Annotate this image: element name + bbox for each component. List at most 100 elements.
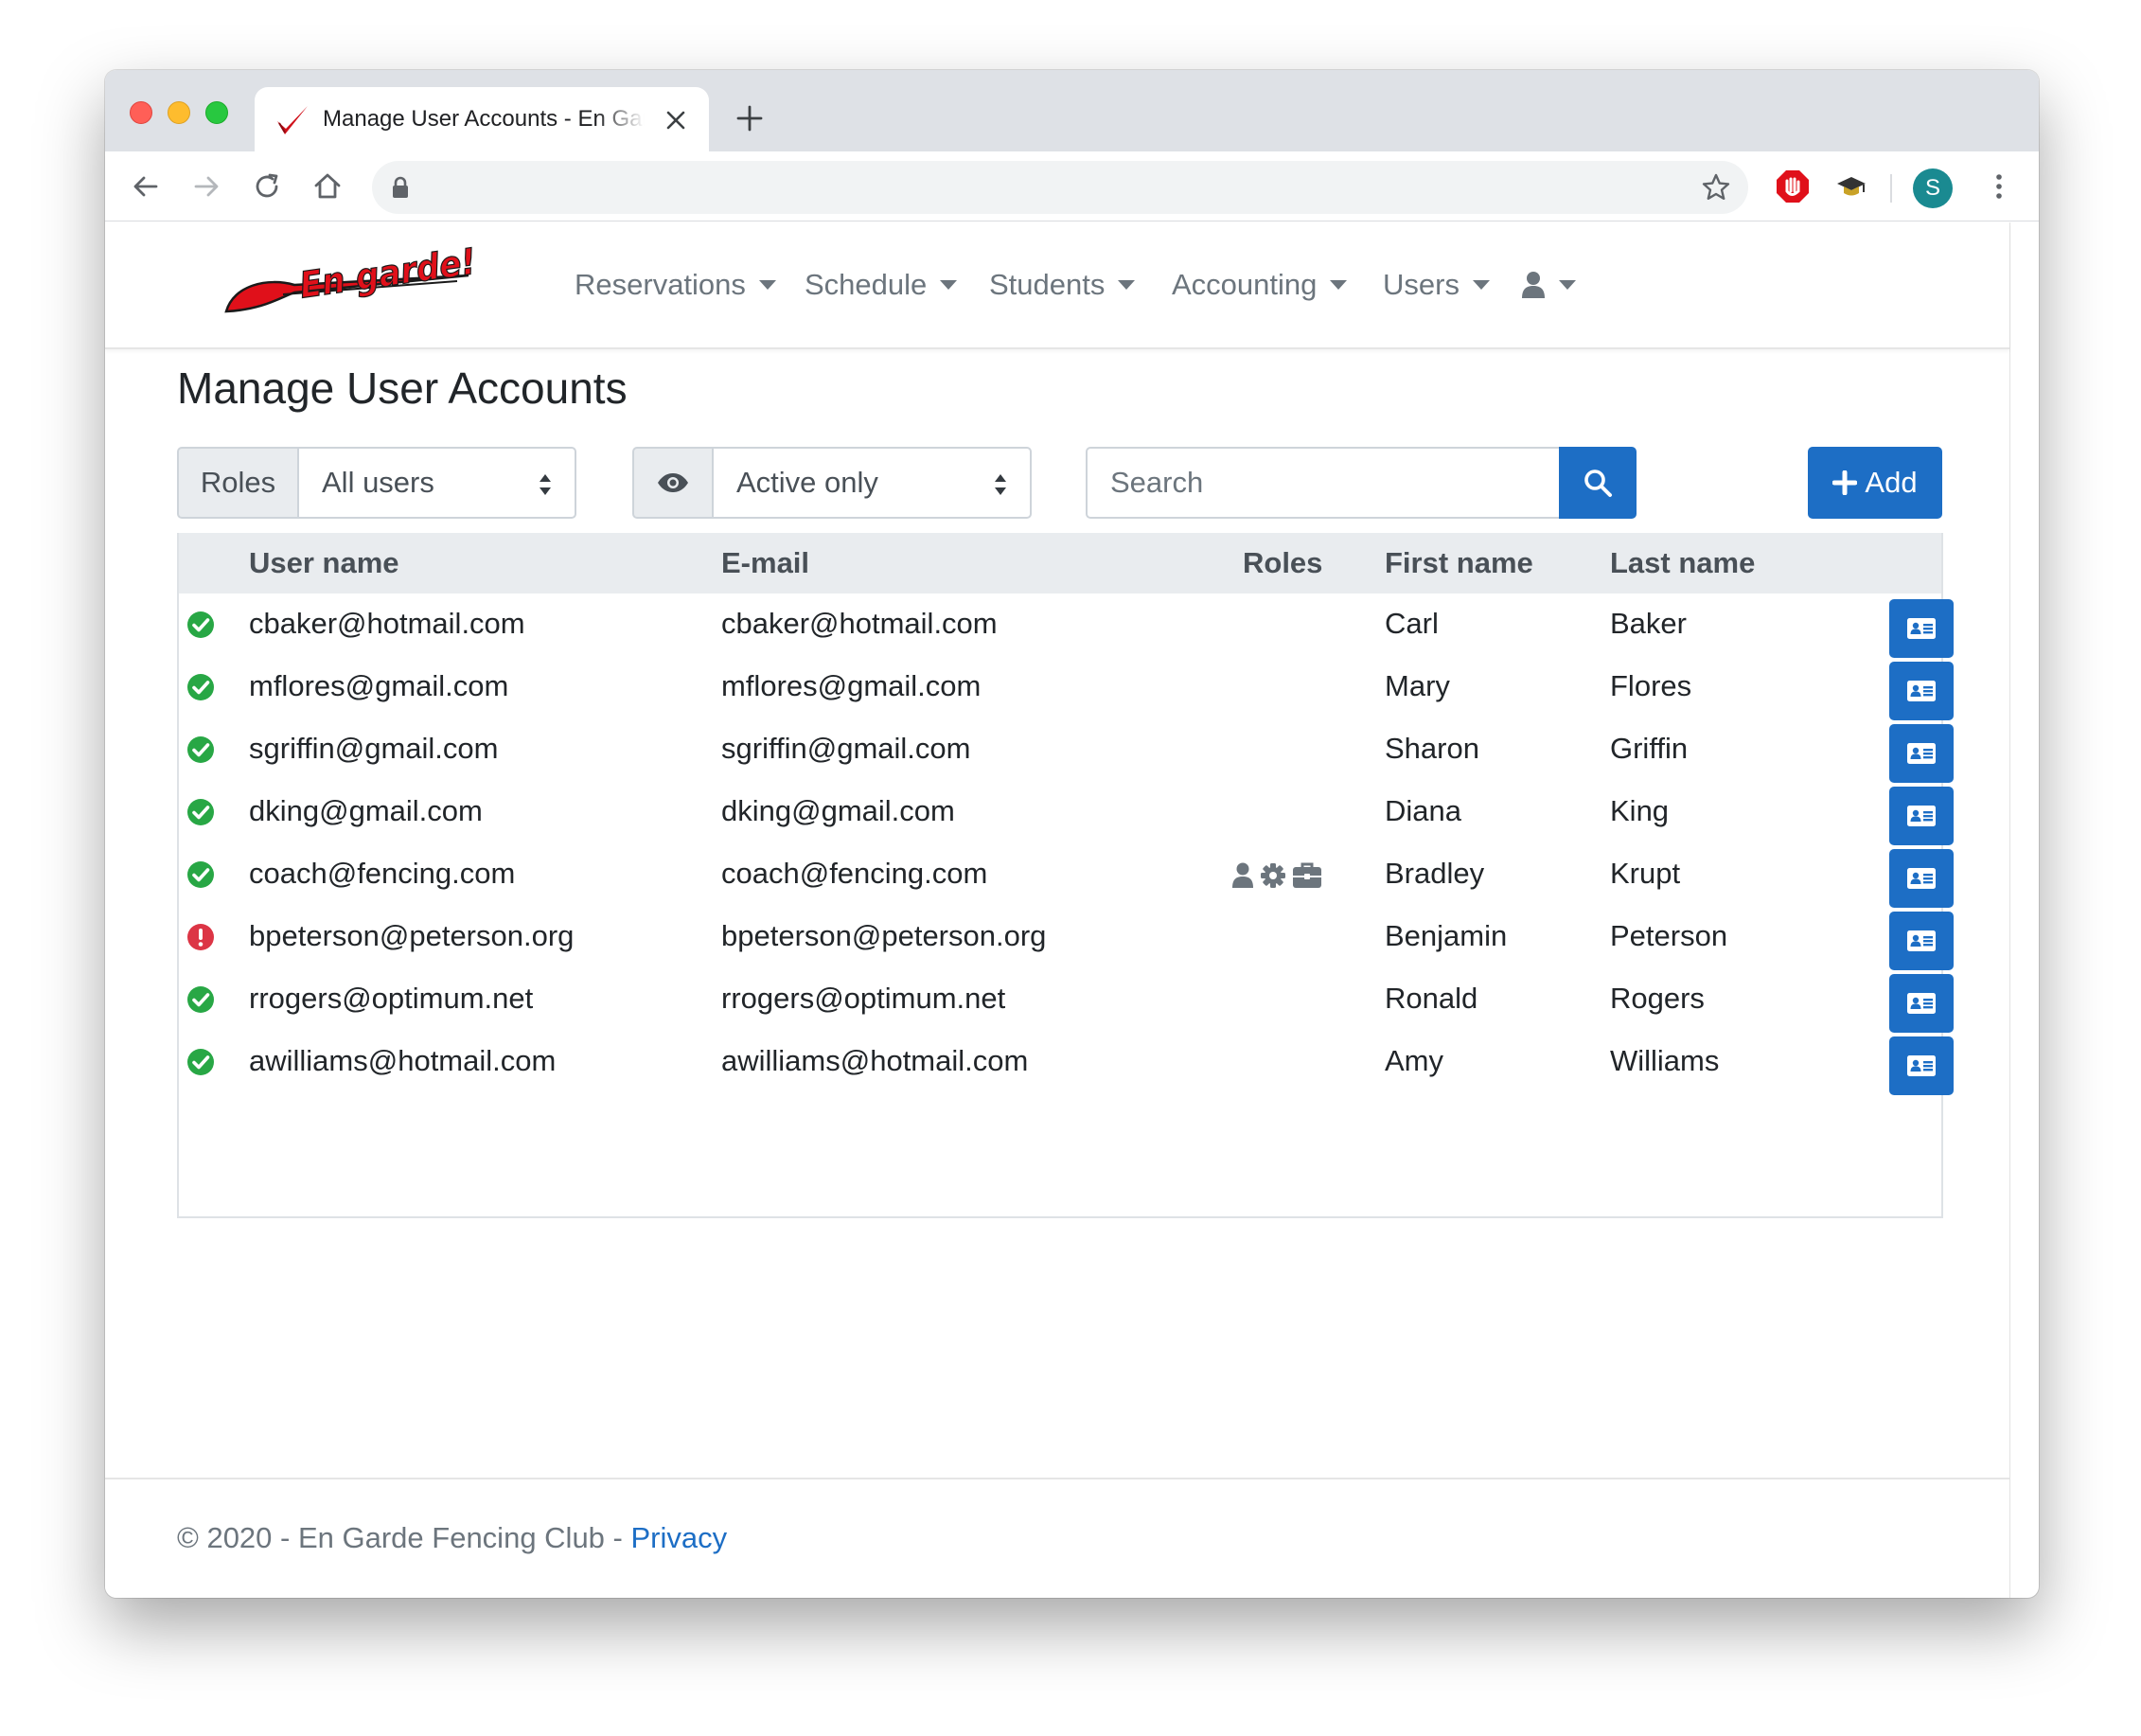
column-header-roles[interactable]: Roles [1243,546,1322,580]
nav-reservations-dropdown[interactable]: Reservations [575,266,776,304]
cell-email: cbaker@hotmail.com [721,607,998,640]
address-bar[interactable] [372,161,1748,214]
gear-icon [1260,862,1286,889]
page-viewport: En garde! Reservations Schedule Students… [105,222,2010,1598]
users-table: User name E-mail Roles First name Last n… [177,533,1954,1218]
cell-last-name: Williams [1610,1044,1720,1077]
new-tab-icon[interactable] [735,104,764,133]
select-arrows-icon [995,474,1006,495]
roles-filter-label: Roles [177,447,297,519]
caret-down-icon [1472,280,1490,290]
cell-email: coach@fencing.com [721,857,988,890]
select-arrows-icon [540,474,551,495]
search-button[interactable] [1559,447,1637,519]
status-ok-check-icon [187,611,214,638]
cell-first-name: Bradley [1385,857,1485,890]
role-icons [1231,862,1322,889]
cell-last-name: Flores [1610,669,1692,702]
cell-last-name: Griffin [1610,732,1689,765]
status-ok-check-icon [187,736,214,763]
caret-down-icon [1118,280,1136,290]
edit-user-button[interactable] [1889,599,1954,658]
column-header-email[interactable]: E-mail [721,546,809,580]
forward-arrow-icon[interactable] [190,170,222,203]
edit-user-button[interactable] [1889,912,1954,970]
cell-username: cbaker@hotmail.com [249,607,525,640]
privacy-link[interactable]: Privacy [630,1521,727,1554]
column-header-first-name[interactable]: First name [1385,546,1533,580]
column-header-username[interactable]: User name [249,546,399,580]
window-minimize-button[interactable] [168,101,190,124]
en-garde-logo[interactable]: En garde! [224,243,480,323]
browser-menu-icon[interactable] [1983,170,2015,203]
status-ok-check-icon [187,986,214,1013]
add-user-label: Add [1865,466,1918,499]
footer-copyright: © 2020 - En Garde Fencing Club - [177,1521,631,1554]
cell-last-name: Rogers [1610,982,1705,1015]
nav-account-dropdown[interactable] [1521,266,1576,304]
add-user-button[interactable]: Add [1808,447,1942,519]
user-icon [1231,862,1254,889]
caret-down-icon [1330,280,1348,290]
lock-icon [393,176,408,198]
table-header: User name E-mail Roles First name Last n… [179,533,1941,593]
cell-username: awilliams@hotmail.com [249,1044,557,1077]
edit-user-button[interactable] [1889,724,1954,783]
address-card-icon [1907,1055,1936,1076]
visibility-filter-select[interactable]: Active only [712,447,1032,519]
edit-user-button[interactable] [1889,1036,1954,1095]
window-zoom-button[interactable] [205,101,228,124]
site-footer: © 2020 - En Garde Fencing Club - Privacy [105,1478,2009,1598]
footer-text: © 2020 - En Garde Fencing Club - Privacy [177,1521,727,1555]
edit-user-button[interactable] [1889,849,1954,908]
roles-filter-select[interactable]: All users [297,447,576,519]
status-ok-check-icon [187,861,214,888]
toolbar-separator [1890,174,1892,203]
caret-down-icon [940,280,958,290]
briefcase-icon [1292,862,1322,889]
browser-titlebar: Manage User Accounts - En Garde Fencing … [105,70,2039,151]
bookmark-star-icon[interactable] [1701,172,1731,203]
search-input[interactable]: Search [1086,447,1559,519]
browser-tab-active[interactable]: Manage User Accounts - En Garde Fencing … [255,87,709,151]
tab-title: Manage User Accounts - En Garde Fencing … [323,106,645,132]
address-card-icon [1907,930,1936,951]
status-ok-check-icon [187,1049,214,1075]
adblock-extension-icon[interactable] [1775,168,1811,204]
nav-schedule-label: Schedule [805,268,928,301]
cell-first-name: Benjamin [1385,919,1508,952]
caret-down-icon [1559,280,1576,290]
nav-students-label: Students [989,268,1106,301]
address-card-icon [1907,743,1936,764]
site-navbar: En garde! Reservations Schedule Students… [105,222,2009,349]
address-card-icon [1907,681,1936,701]
window-close-button[interactable] [130,101,152,124]
cell-email: rrogers@optimum.net [721,982,1006,1015]
edit-user-button[interactable] [1889,787,1954,845]
cell-email: awilliams@hotmail.com [721,1044,1029,1077]
roles-filter-group: Roles All users [177,447,576,519]
edit-user-button[interactable] [1889,974,1954,1033]
nav-reservations-label: Reservations [575,268,746,301]
reload-icon[interactable] [251,170,283,203]
back-arrow-icon[interactable] [130,170,162,203]
nav-users-label: Users [1383,268,1460,301]
browser-window: Manage User Accounts - En Garde Fencing … [105,70,2039,1598]
cell-username: rrogers@optimum.net [249,982,534,1015]
nav-accounting-dropdown[interactable]: Accounting [1172,266,1348,304]
cell-email: sgriffin@gmail.com [721,732,971,765]
profile-avatar[interactable]: S [1913,168,1953,208]
cell-first-name: Ronald [1385,982,1478,1015]
address-card-icon [1907,993,1936,1014]
cell-email: dking@gmail.com [721,794,955,827]
edit-user-button[interactable] [1889,662,1954,720]
nav-users-dropdown[interactable]: Users [1383,266,1490,304]
cell-username: dking@gmail.com [249,794,483,827]
nav-accounting-label: Accounting [1172,268,1318,301]
home-icon[interactable] [311,170,344,203]
graduation-cap-extension-icon[interactable] [1835,170,1867,203]
tab-close-icon[interactable] [664,108,688,133]
column-header-last-name[interactable]: Last name [1610,546,1755,580]
nav-schedule-dropdown[interactable]: Schedule [805,266,958,304]
nav-students-dropdown[interactable]: Students [989,266,1136,304]
